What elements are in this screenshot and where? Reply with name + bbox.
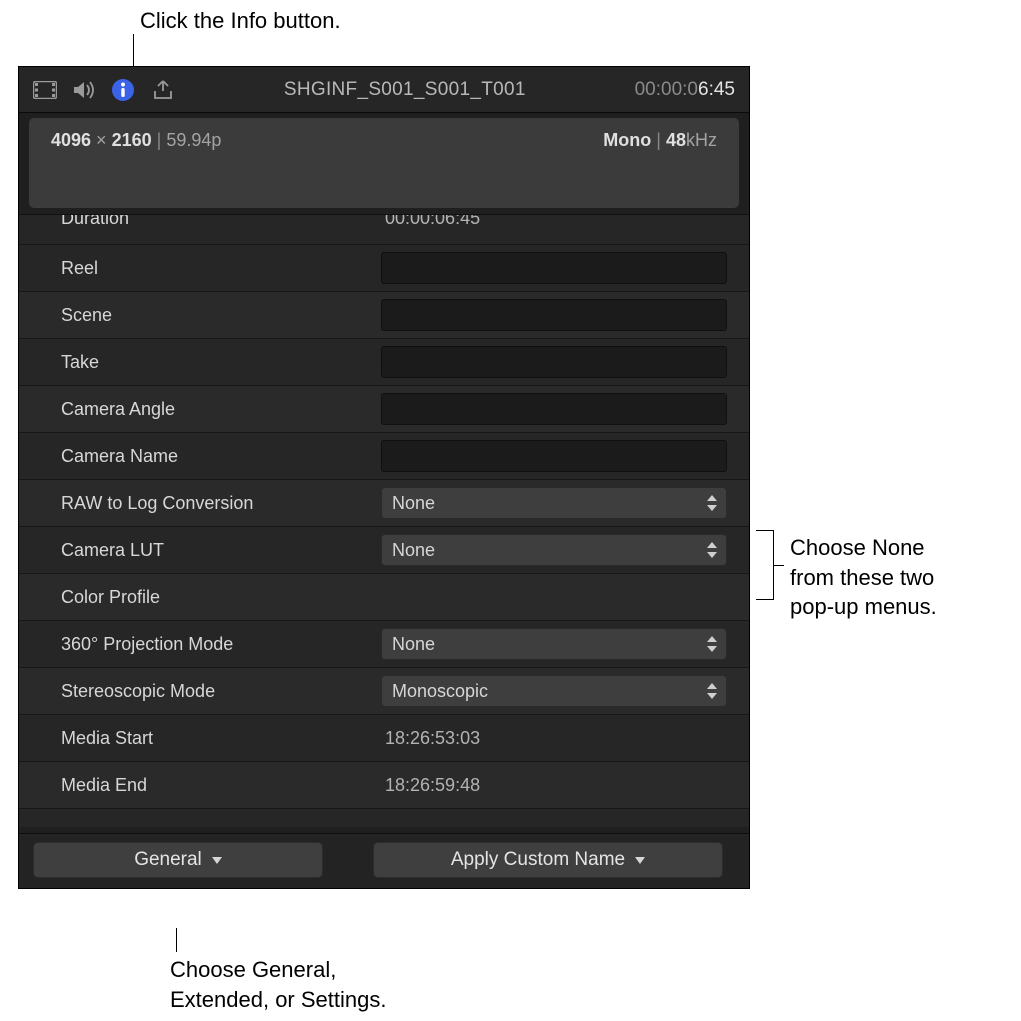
input-camera-angle[interactable]	[381, 393, 727, 425]
callout-general-popup: Choose General, Extended, or Settings.	[170, 955, 386, 1014]
chevron-down-icon	[635, 857, 645, 864]
value-media-end: 18:26:59:48	[381, 775, 727, 796]
row-projection-mode: 360° Projection Mode None	[19, 621, 749, 668]
info-tab-icon[interactable]	[111, 78, 135, 102]
label-duration: Duration	[61, 215, 381, 229]
popup-raw-to-log[interactable]: None	[381, 487, 727, 519]
label-take: Take	[61, 352, 381, 373]
value-duration: 00:00:06:45	[381, 215, 727, 229]
row-camera-angle: Camera Angle	[19, 386, 749, 433]
row-color-profile: Color Profile	[19, 574, 749, 621]
row-duration: Duration 00:00:06:45	[19, 215, 749, 245]
callout-popup-menus: Choose None from these two pop-up menus.	[790, 533, 937, 622]
popup-stereoscopic[interactable]: Monoscopic	[381, 675, 727, 707]
row-reel: Reel	[19, 245, 749, 292]
video-format: 4096 × 2160 | 59.94p	[51, 130, 221, 151]
label-reel: Reel	[61, 258, 381, 279]
row-take: Take	[19, 339, 749, 386]
label-color-profile: Color Profile	[61, 587, 381, 608]
callout-info-button: Click the Info button.	[140, 6, 341, 36]
audio-tab-icon[interactable]	[73, 80, 95, 100]
inspector-toolbar: SHGINF_S001_S001_T001 00:00:06:45	[19, 67, 749, 113]
metadata-view-popup[interactable]: General	[33, 842, 323, 878]
row-camera-lut: Camera LUT None	[19, 527, 749, 574]
info-fields: Duration 00:00:06:45 Reel Scene Take Cam…	[19, 214, 749, 833]
callout-bracket-right	[756, 530, 774, 600]
input-reel[interactable]	[381, 252, 727, 284]
label-camera-name: Camera Name	[61, 446, 381, 467]
apply-custom-name-popup[interactable]: Apply Custom Name	[373, 842, 723, 878]
timecode-display: 00:00:06:45	[635, 79, 735, 101]
row-camera-name: Camera Name	[19, 433, 749, 480]
label-raw-to-log: RAW to Log Conversion	[61, 493, 381, 514]
label-scene: Scene	[61, 305, 381, 326]
label-media-start: Media Start	[61, 728, 381, 749]
popup-projection-mode[interactable]: None	[381, 628, 727, 660]
row-partial-bottom	[19, 809, 749, 827]
label-stereoscopic: Stereoscopic Mode	[61, 681, 381, 702]
callout-bracket-stem	[774, 565, 784, 566]
inspector-bottom-bar: General Apply Custom Name	[19, 833, 749, 888]
popup-camera-lut[interactable]: None	[381, 534, 727, 566]
input-camera-name[interactable]	[381, 440, 727, 472]
clip-title: SHGINF_S001_S001_T001	[175, 79, 635, 101]
row-raw-to-log: RAW to Log Conversion None	[19, 480, 749, 527]
value-media-start: 18:26:53:03	[381, 728, 727, 749]
input-take[interactable]	[381, 346, 727, 378]
row-stereoscopic: Stereoscopic Mode Monoscopic	[19, 668, 749, 715]
audio-format: Mono | 48kHz	[603, 130, 717, 151]
input-scene[interactable]	[381, 299, 727, 331]
row-scene: Scene	[19, 292, 749, 339]
label-media-end: Media End	[61, 775, 381, 796]
label-camera-lut: Camera LUT	[61, 540, 381, 561]
label-projection-mode: 360° Projection Mode	[61, 634, 381, 655]
share-tab-icon[interactable]	[151, 79, 175, 101]
label-camera-angle: Camera Angle	[61, 399, 381, 420]
row-media-start: Media Start 18:26:53:03	[19, 715, 749, 762]
video-tab-icon[interactable]	[33, 81, 57, 99]
format-strip: 4096 × 2160 | 59.94p Mono | 48kHz	[29, 118, 739, 208]
info-inspector-panel: SHGINF_S001_S001_T001 00:00:06:45 4096 ×…	[18, 66, 750, 889]
chevron-down-icon	[212, 857, 222, 864]
row-media-end: Media End 18:26:59:48	[19, 762, 749, 809]
callout-line-bottom	[176, 928, 177, 952]
